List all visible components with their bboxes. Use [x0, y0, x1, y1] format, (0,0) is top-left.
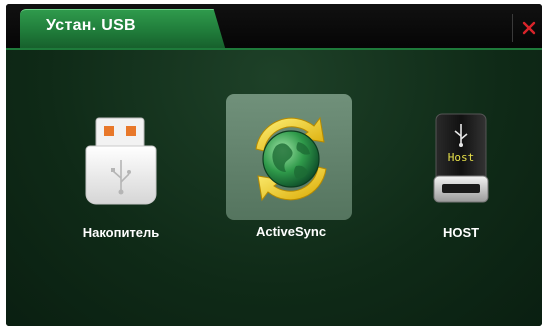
host-label: HOST — [442, 225, 480, 240]
close-button[interactable] — [518, 14, 540, 42]
usb-mode-panel: Накопитель ActiveSync Host HOST — [6, 50, 542, 326]
host-icon-text: Host — [448, 151, 475, 164]
title-bar: Устан. USB — [6, 4, 542, 51]
title-divider — [512, 14, 513, 42]
tab-usb-settings[interactable]: Устан. USB — [20, 9, 226, 51]
usb-mode-activesync[interactable]: ActiveSync — [226, 94, 356, 244]
activesync-globe-icon — [255, 116, 327, 202]
usb-host-icon: Host — [433, 113, 489, 203]
screen-frame: Устан. USB Накопитель ActiveSync Host HO… — [0, 0, 546, 330]
activesync-label: ActiveSync — [255, 224, 327, 239]
storage-label: Накопитель — [82, 225, 160, 240]
device-window: Устан. USB Накопитель ActiveSync Host HO… — [6, 4, 542, 326]
usb-mode-host[interactable]: Host HOST — [396, 100, 526, 250]
usb-drive-icon — [85, 117, 157, 205]
close-icon — [522, 21, 536, 35]
tab-title: Устан. USB — [46, 17, 136, 34]
usb-mode-storage[interactable]: Накопитель — [56, 100, 186, 250]
